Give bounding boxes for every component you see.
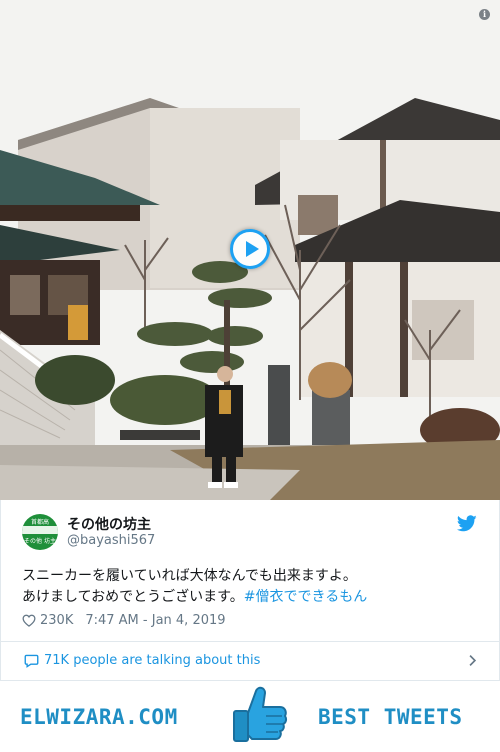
- avatar-stripe: [22, 526, 58, 534]
- video-player[interactable]: i: [0, 0, 500, 500]
- thumbs-up-icon: [233, 686, 288, 742]
- hashtag-link[interactable]: #僧衣でできるもん: [244, 589, 367, 605]
- display-name[interactable]: その他の坊主: [67, 514, 151, 534]
- play-icon: [246, 241, 259, 257]
- avatar[interactable]: 首都高 その他 坊主: [22, 514, 58, 550]
- chevron-right-icon: [469, 655, 477, 666]
- play-button[interactable]: [230, 229, 270, 269]
- twitter-bird-icon[interactable]: [457, 515, 477, 532]
- tweet-card: 首都高 その他 坊主 その他の坊主 @bayashi567 スニーカーを履いてい…: [0, 500, 500, 680]
- timestamp[interactable]: 7:47 AM - Jan 4, 2019: [85, 613, 225, 628]
- tweet-text-line1: スニーカーを履いていれば大体なんでも出来ますよ。: [22, 568, 357, 584]
- speech-bubble-icon: [24, 654, 39, 668]
- avatar-bottom-text: その他 坊主: [24, 538, 56, 545]
- tweet-text-line2: あけましておめでとうございます。#僧衣でできるもん: [22, 587, 482, 608]
- footer-banner: ELWIZARA.COM BEST TWEETS: [0, 680, 500, 752]
- site-name-link[interactable]: ELWIZARA.COM: [20, 705, 178, 729]
- tagline: BEST TWEETS: [318, 705, 463, 729]
- tweet-text-line2-body: あけましておめでとうございます。: [22, 589, 244, 605]
- heart-icon[interactable]: [22, 614, 36, 627]
- info-icon[interactable]: i: [479, 9, 490, 20]
- user-handle[interactable]: @bayashi567: [67, 533, 155, 548]
- tweet-text: スニーカーを履いていれば大体なんでも出来ますよ。 あけましておめでとうございます…: [22, 566, 482, 608]
- conversation-link[interactable]: 71K people are talking about this: [1, 642, 499, 680]
- tweet-meta: 230K 7:47 AM - Jan 4, 2019: [22, 612, 226, 628]
- like-count[interactable]: 230K: [40, 613, 73, 628]
- conversation-text: 71K people are talking about this: [44, 653, 261, 668]
- avatar-top-text: 首都高: [30, 519, 49, 526]
